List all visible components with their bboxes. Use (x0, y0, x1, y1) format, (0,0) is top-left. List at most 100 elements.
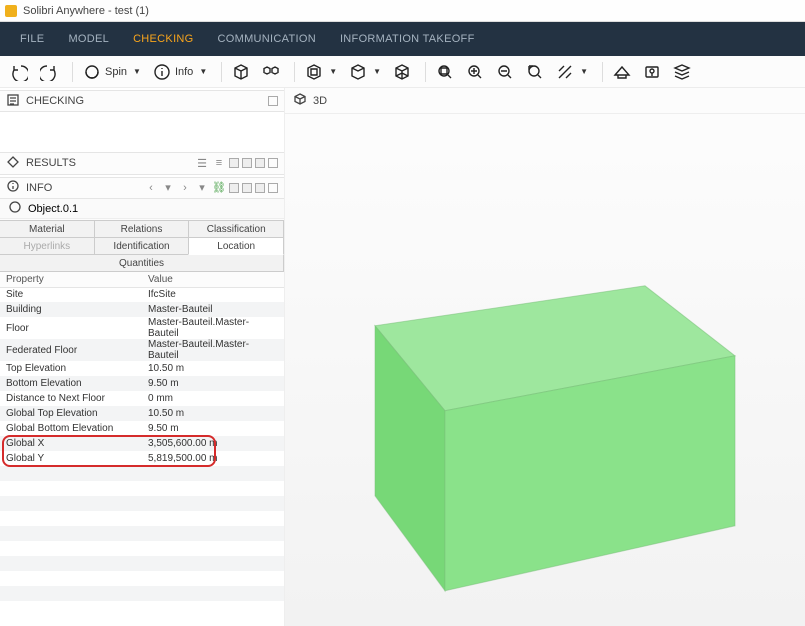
property-cell: Global X (0, 436, 142, 451)
spin-button[interactable]: Spin ▼ (79, 59, 145, 85)
wireframe-cube-icon (393, 63, 411, 81)
cube-button-2[interactable] (258, 59, 284, 85)
measure-button[interactable]: ▼ (552, 59, 592, 85)
tab-quantities[interactable]: Quantities (0, 254, 284, 272)
results-panel-header: RESULTS ☰ ≡ (0, 152, 284, 174)
measure-icon (556, 63, 574, 81)
nav-dropdown[interactable]: ▾ (161, 181, 175, 195)
nav-dropdown-2[interactable]: ▾ (195, 181, 209, 195)
value-cell: 0 mm (142, 391, 284, 406)
zoom-extents-button[interactable] (432, 59, 458, 85)
redo-button[interactable] (36, 59, 62, 85)
info-icon (6, 179, 20, 196)
spin-icon (83, 63, 101, 81)
info-tool-1[interactable] (229, 183, 239, 193)
value-cell: 9.50 m (142, 421, 284, 436)
value-cell: 9.50 m (142, 376, 284, 391)
main-content: CHECKING RESULTS ☰ ≡ I (0, 88, 805, 626)
value-cell: Master-Bauteil.Master-Bauteil (142, 317, 284, 339)
results-title: RESULTS (26, 157, 76, 169)
maximize-panel-button[interactable] (268, 158, 278, 168)
chevron-down-icon: ▼ (580, 67, 588, 76)
empty-area (0, 466, 284, 626)
property-cell: Global Top Elevation (0, 406, 142, 421)
menu-item-file[interactable]: FILE (8, 22, 56, 56)
property-table: Property Value SiteIfcSiteBuildingMaster… (0, 272, 284, 466)
table-row[interactable]: BuildingMaster-Bauteil (0, 302, 284, 317)
main-toolbar: Spin ▼ Info ▼ ▼ ▼ ▼ (0, 56, 805, 88)
property-cell: Federated Floor (0, 339, 142, 361)
results-tool-3[interactable] (229, 158, 239, 168)
link-icon[interactable]: ⛓ (212, 181, 226, 195)
value-cell: 3,505,600.00 m (142, 436, 284, 451)
table-row[interactable]: Global X3,505,600.00 m (0, 436, 284, 451)
property-cell: Top Elevation (0, 361, 142, 376)
header-property[interactable]: Property (0, 272, 142, 287)
header-value[interactable]: Value (142, 272, 284, 287)
info-button[interactable]: Info ▼ (149, 59, 211, 85)
layers-button[interactable] (669, 59, 695, 85)
undo-icon (10, 63, 28, 81)
spin-label: Spin (105, 66, 127, 78)
zoom-out-button[interactable] (492, 59, 518, 85)
value-cell: 10.50 m (142, 406, 284, 421)
tab-hyperlinks[interactable]: Hyperlinks (0, 237, 95, 255)
toolbar-separator (72, 62, 73, 82)
table-row[interactable]: Bottom Elevation9.50 m (0, 376, 284, 391)
maximize-panel-button[interactable] (268, 96, 278, 106)
info-tool-3[interactable] (255, 183, 265, 193)
map-button[interactable] (639, 59, 665, 85)
nav-next-button[interactable]: › (178, 181, 192, 195)
zoom-out-icon (496, 63, 514, 81)
cube-button-1[interactable] (228, 59, 254, 85)
app-icon (5, 5, 17, 17)
tab-relations[interactable]: Relations (94, 220, 190, 238)
redo-icon (40, 63, 58, 81)
results-tool-2[interactable]: ≡ (212, 156, 226, 170)
3d-viewport[interactable]: 3D (285, 88, 805, 626)
table-row[interactable]: Distance to Next Floor0 mm (0, 391, 284, 406)
maximize-panel-button[interactable] (268, 183, 278, 193)
value-cell: IfcSite (142, 287, 284, 302)
table-row[interactable]: Federated FloorMaster-Bauteil.Master-Bau… (0, 339, 284, 361)
info-tool-2[interactable] (242, 183, 252, 193)
results-tool-4[interactable] (242, 158, 252, 168)
section-button[interactable] (609, 59, 635, 85)
object-row[interactable]: Object.0.1 (0, 199, 284, 219)
tab-material[interactable]: Material (0, 220, 95, 238)
hide-button[interactable]: ▼ (345, 59, 385, 85)
tab-identification[interactable]: Identification (94, 237, 190, 255)
menu-item-information-takeoff[interactable]: INFORMATION TAKEOFF (328, 22, 487, 56)
hide-cube-icon (349, 63, 367, 81)
table-row[interactable]: Global Top Elevation10.50 m (0, 406, 284, 421)
zoom-window-button[interactable] (522, 59, 548, 85)
table-row[interactable]: Global Y5,819,500.00 m (0, 451, 284, 466)
wireframe-button[interactable] (389, 59, 415, 85)
window-title: Solibri Anywhere - test (1) (23, 5, 149, 17)
menu-item-checking[interactable]: CHECKING (121, 22, 205, 56)
tab-classification[interactable]: Classification (188, 220, 284, 238)
reveal-button[interactable]: ▼ (301, 59, 341, 85)
nav-first-button[interactable]: ‹ (144, 181, 158, 195)
menubar: FILE MODEL CHECKING COMMUNICATION INFORM… (0, 22, 805, 56)
property-cell: Building (0, 302, 142, 317)
menu-item-model[interactable]: MODEL (56, 22, 121, 56)
checking-panel-body (0, 112, 284, 150)
table-row[interactable]: Global Bottom Elevation9.50 m (0, 421, 284, 436)
table-row[interactable]: SiteIfcSite (0, 287, 284, 302)
table-row[interactable]: Top Elevation10.50 m (0, 361, 284, 376)
tab-location[interactable]: Location (188, 237, 284, 255)
menu-item-communication[interactable]: COMMUNICATION (206, 22, 328, 56)
results-tool-1[interactable]: ☰ (195, 156, 209, 170)
undo-button[interactable] (6, 59, 32, 85)
table-row[interactable]: FloorMaster-Bauteil.Master-Bauteil (0, 317, 284, 339)
chevron-down-icon: ▼ (373, 67, 381, 76)
object-icon (8, 200, 22, 217)
property-cell: Global Bottom Elevation (0, 421, 142, 436)
checklist-icon (6, 93, 20, 110)
property-cell: Distance to Next Floor (0, 391, 142, 406)
info-label: Info (175, 66, 193, 78)
results-tool-5[interactable] (255, 158, 265, 168)
property-cell: Bottom Elevation (0, 376, 142, 391)
zoom-in-button[interactable] (462, 59, 488, 85)
